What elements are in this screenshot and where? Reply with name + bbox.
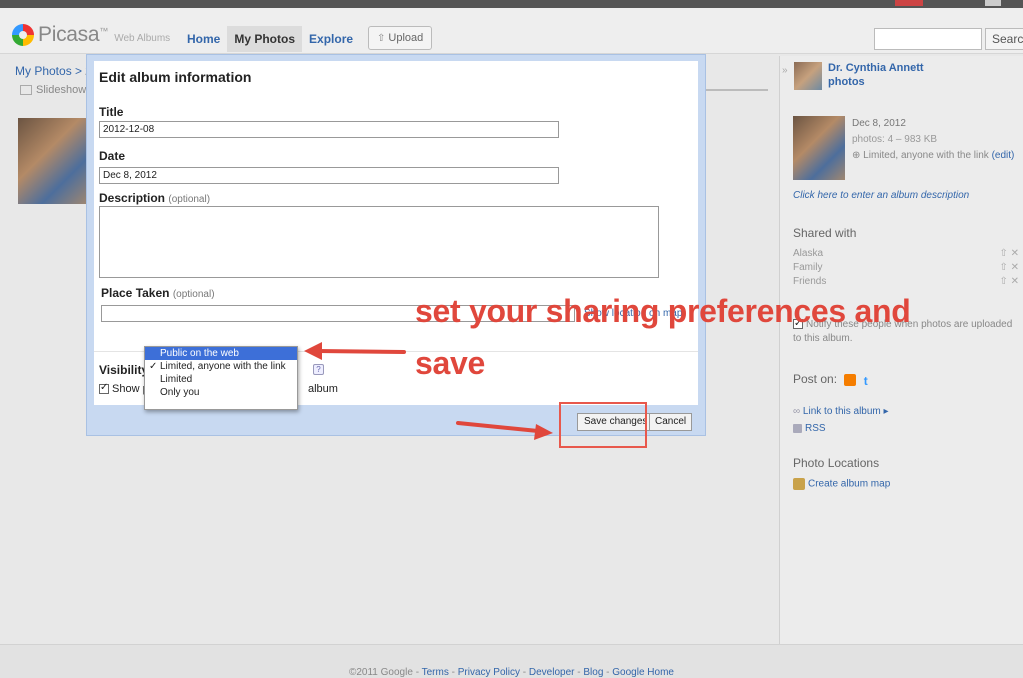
create-album-map-link[interactable]: Create album map [793, 478, 890, 490]
footer: ©2011 Google - Terms - Privacy Policy - … [0, 644, 1023, 678]
footer-link-blog[interactable]: Blog [583, 667, 603, 678]
breadcrumb: My Photos > 2 [15, 64, 92, 78]
topbar-box [985, 0, 1001, 6]
show-checkbox-row[interactable]: Show p [99, 382, 149, 395]
show-checkbox-suffix: album [308, 383, 338, 395]
create-map-label: Create album map [808, 478, 891, 490]
upload-button[interactable]: ⇧ Upload [368, 26, 433, 50]
annotation-line-2: save [415, 345, 485, 381]
description-textarea[interactable] [99, 206, 659, 278]
nav-my-photos[interactable]: My Photos [227, 26, 303, 52]
album-cover-thumbnail [793, 116, 845, 180]
shared-item-name: Alaska [793, 248, 824, 259]
visibility-option-limited-link-label: Limited, anyone with the link [160, 361, 286, 372]
main-nav: Home My Photos Explore [180, 26, 360, 52]
selected-check-icon: ✓ [149, 361, 158, 372]
globe-lock-icon: ⊕ [852, 150, 861, 161]
title-input[interactable]: 2012-12-08 [99, 121, 559, 138]
owner-avatar[interactable] [794, 62, 822, 90]
visibility-option-limited[interactable]: Limited [145, 373, 297, 386]
collapse-sidebar-icon[interactable]: » [782, 65, 788, 76]
breadcrumb-separator: > [75, 64, 83, 78]
shared-item: Family ⇧ ✕ [793, 262, 1019, 273]
rss-icon [793, 423, 802, 433]
logo-tm: ™ [99, 26, 109, 36]
help-icon[interactable]: ? [313, 364, 324, 375]
date-input[interactable]: Dec 8, 2012 [99, 167, 559, 184]
link-icon: ∞ [793, 406, 801, 417]
visibility-option-public-label: Public on the web [160, 348, 239, 359]
logo-text: Picasa [38, 23, 100, 46]
footer-link-privacy[interactable]: Privacy Policy [458, 667, 520, 678]
picasa-logo[interactable]: Picasa ™ Web Albums [12, 23, 170, 47]
access-text: Limited, anyone with the link [863, 150, 989, 161]
map-icon [793, 478, 805, 490]
search-button[interactable]: Search [985, 28, 1023, 50]
nav-explore[interactable]: Explore [302, 26, 360, 52]
album-date: Dec 8, 2012 [852, 118, 906, 129]
access-edit-link[interactable]: (edit) [992, 150, 1015, 161]
slideshow-link[interactable]: Slideshow [20, 84, 86, 96]
album-access: ⊕ Limited, anyone with the link (edit) [852, 150, 1014, 161]
footer-link-developer[interactable]: Developer [529, 667, 575, 678]
footer-link-google-home[interactable]: Google Home [612, 667, 674, 678]
link-album-label: Link to this album ▸ [802, 406, 889, 417]
annotation-text: set your sharing preferences and save [415, 285, 1015, 389]
owner-name-link[interactable]: Dr. Cynthia Annett [828, 62, 924, 74]
picasa-pinwheel-icon [12, 24, 34, 46]
shared-item-name: Family [793, 262, 823, 273]
upload-icon: ⇧ [377, 32, 386, 44]
header: Picasa ™ Web Albums Home My Photos Explor… [0, 8, 1023, 54]
link-to-album[interactable]: ∞ Link to this album ▸ [793, 406, 889, 417]
visibility-option-only-you[interactable]: Only you [145, 386, 297, 399]
zoom-slider[interactable] [696, 89, 768, 91]
title-label: Title [99, 105, 124, 119]
rss-link[interactable]: RSS [793, 423, 826, 434]
remove-share-icon[interactable]: ⇧ ✕ [999, 262, 1019, 273]
visibility-dropdown[interactable]: Public on the web ✓ Limited, anyone with … [144, 346, 298, 410]
save-highlight-box [559, 402, 647, 448]
description-label: Description (optional) [99, 191, 210, 205]
place-optional: (optional) [172, 289, 215, 300]
upload-label: Upload [388, 32, 424, 44]
top-bar [0, 0, 1023, 8]
album-photo-count: photos: 4 – 983 KB [852, 134, 938, 145]
footer-copyright: ©2011 Google [349, 667, 413, 678]
owner-photos-link[interactable]: photos [828, 76, 865, 88]
album-photo-thumbnail[interactable] [18, 118, 88, 204]
breadcrumb-my-photos[interactable]: My Photos [15, 64, 72, 78]
remove-share-icon[interactable]: ⇧ ✕ [999, 248, 1019, 259]
visibility-option-limited-link[interactable]: ✓ Limited, anyone with the link [145, 360, 297, 373]
shared-with-title: Shared with [793, 226, 857, 240]
photo-locations-title: Photo Locations [793, 456, 880, 470]
dialog-title: Edit album information [99, 69, 252, 85]
place-label-text: Place Taken [101, 286, 170, 300]
visibility-option-only-you-label: Only you [160, 387, 200, 398]
annotation-line-1: set your sharing preferences and [415, 293, 911, 329]
search-input[interactable] [874, 28, 982, 50]
logo-subtitle: Web Albums [114, 32, 171, 44]
description-optional: (optional) [168, 194, 211, 205]
visibility-option-limited-label: Limited [160, 374, 193, 385]
nav-home[interactable]: Home [180, 26, 227, 52]
date-label: Date [99, 149, 126, 163]
footer-link-terms[interactable]: Terms [422, 667, 449, 678]
rss-label: RSS [805, 423, 826, 434]
shared-item: Alaska ⇧ ✕ [793, 248, 1019, 259]
visibility-option-public[interactable]: Public on the web [145, 347, 297, 360]
slideshow-label: Slideshow [36, 84, 87, 96]
place-label: Place Taken (optional) [101, 286, 215, 300]
topbar-marker [895, 0, 923, 6]
slideshow-icon [20, 85, 32, 96]
album-description-prompt[interactable]: Click here to enter an album description [793, 190, 969, 201]
description-label-text: Description [99, 191, 166, 205]
show-checkbox[interactable] [99, 382, 109, 395]
cancel-button[interactable]: Cancel [649, 413, 693, 431]
